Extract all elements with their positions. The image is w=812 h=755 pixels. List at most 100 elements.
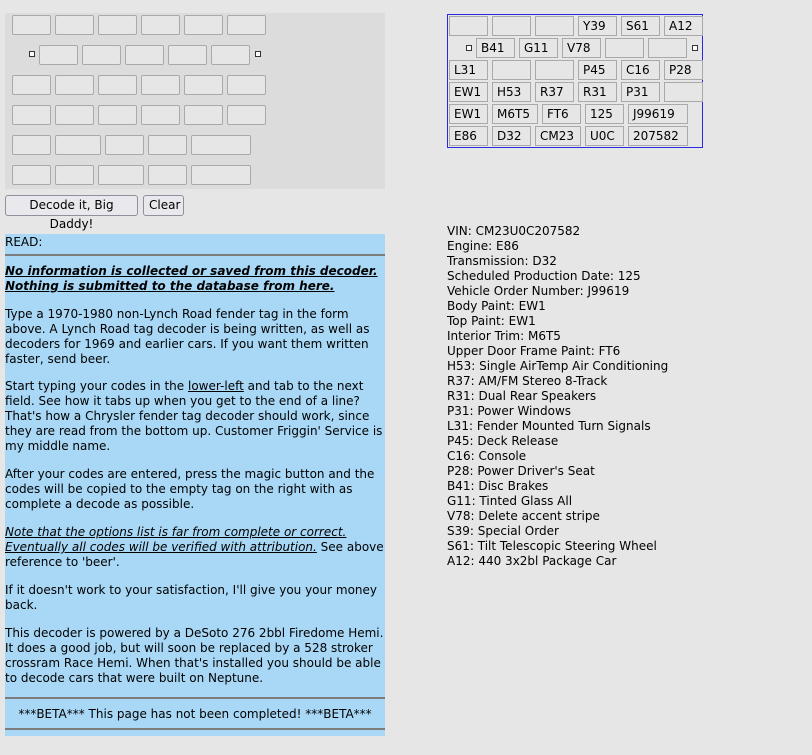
- tag-input-r6-c3[interactable]: [98, 165, 144, 185]
- tag-input-r3-c2[interactable]: [55, 75, 94, 95]
- tag-input-r5-c3[interactable]: [105, 135, 144, 155]
- tag-cell: [664, 82, 703, 102]
- tag-cell: [492, 60, 531, 80]
- tag-input-r3-c5[interactable]: [184, 75, 223, 95]
- tag-cell: P45: [578, 60, 617, 80]
- tag-cell: [449, 16, 488, 36]
- tag-cell: M6T5: [492, 104, 538, 124]
- result-line: G11: Tinted Glass All: [447, 494, 573, 508]
- row-marker-left: [29, 51, 35, 57]
- tag-cell: [535, 60, 574, 80]
- tag-input-r1-c3[interactable]: [98, 15, 137, 35]
- result-line: S61: Tilt Telescopic Steering Wheel: [447, 539, 657, 553]
- tag-cell: A12: [664, 16, 703, 36]
- tag-input-r3-c3[interactable]: [98, 75, 137, 95]
- after-paragraph: After your codes are entered, press the …: [5, 467, 375, 511]
- tag-cell: L31: [449, 60, 488, 80]
- result-line: Body Paint: EW1: [447, 299, 546, 313]
- tag-cell: FT6: [542, 104, 581, 124]
- decode-button[interactable]: Decode it, Big Daddy!: [5, 195, 138, 231]
- tag-input-r2-c4[interactable]: [168, 45, 207, 65]
- tag-input-r4-c2[interactable]: [55, 105, 94, 125]
- tag-input-r1-c4[interactable]: [141, 15, 180, 35]
- result-line: VIN: CM23U0C207582: [447, 224, 581, 238]
- privacy-line-2: Nothing is submitted to the database fro…: [5, 279, 335, 293]
- tag-cell: [492, 16, 531, 36]
- tag-cell: P28: [664, 60, 703, 80]
- tag-input-r6-c2[interactable]: [55, 165, 94, 185]
- tag-input-r6-c4[interactable]: [148, 165, 187, 185]
- tag-input-r2-c5[interactable]: [211, 45, 250, 65]
- tag-input-r4-c6[interactable]: [227, 105, 266, 125]
- read-heading: READ:: [5, 235, 43, 249]
- tag-input-r4-c5[interactable]: [184, 105, 223, 125]
- tag-input-r5-c5[interactable]: [191, 135, 251, 155]
- tag-input-r3-c1[interactable]: [12, 75, 51, 95]
- result-line: Scheduled Production Date: 125: [447, 269, 641, 283]
- result-line: Engine: E86: [447, 239, 519, 253]
- result-line: R37: AM/FM Stereo 8-Track: [447, 374, 608, 388]
- tag-cell: C16: [621, 60, 660, 80]
- clear-button[interactable]: Clear: [143, 195, 184, 216]
- result-line: Upper Door Frame Paint: FT6: [447, 344, 621, 358]
- tag-cell: [605, 38, 644, 58]
- note-paragraph: Note that the options list is far from c…: [5, 525, 385, 570]
- tag-input-r2-c1[interactable]: [39, 45, 78, 65]
- tag-input-r6-c5[interactable]: [191, 165, 251, 185]
- read-panel: READ: No information is collected or sav…: [5, 234, 385, 736]
- tag-input-r4-c1[interactable]: [12, 105, 51, 125]
- result-line: P28: Power Driver's Seat: [447, 464, 595, 478]
- tag-input-r1-c5[interactable]: [184, 15, 223, 35]
- tag-cell: H53: [492, 82, 531, 102]
- tag-cell: U0C: [585, 126, 624, 146]
- note-line-2: Eventually all codes will be verified wi…: [5, 540, 317, 554]
- tag-input-r6-c1[interactable]: [12, 165, 51, 185]
- tag-cell: G11: [519, 38, 558, 58]
- tag-input-r1-c2[interactable]: [55, 15, 94, 35]
- tag-row-marker-left: [466, 45, 472, 51]
- tag-input-form: [5, 13, 385, 189]
- divider: [5, 728, 385, 730]
- result-line: R31: Dual Rear Speakers: [447, 389, 597, 403]
- tag-input-r4-c3[interactable]: [98, 105, 137, 125]
- tag-input-r2-c3[interactable]: [125, 45, 164, 65]
- tag-cell: P31: [621, 82, 660, 102]
- tag-cell: B41: [476, 38, 515, 58]
- result-line: V78: Delete accent stripe: [447, 509, 600, 523]
- tag-input-r4-c4[interactable]: [141, 105, 180, 125]
- tag-cell: 207582: [628, 126, 688, 146]
- tag-input-r2-c2[interactable]: [82, 45, 121, 65]
- result-line: Transmission: D32: [447, 254, 557, 268]
- instructions-paragraph: Start typing your codes in the lower-lef…: [5, 379, 385, 454]
- beta-notice: ***BETA*** This page has not been comple…: [18, 707, 372, 721]
- tag-input-r1-c1[interactable]: [12, 15, 51, 35]
- tag-input-r5-c4[interactable]: [148, 135, 187, 155]
- lower-left-text: lower-left: [188, 379, 244, 393]
- tag-cell: [535, 16, 574, 36]
- result-line: C16: Console: [447, 449, 527, 463]
- tag-input-r5-c2[interactable]: [55, 135, 101, 155]
- tag-input-r1-c6[interactable]: [227, 15, 266, 35]
- money-paragraph: If it doesn't work to your satisfaction,…: [5, 583, 377, 612]
- tag-cell: V78: [562, 38, 601, 58]
- tag-cell: 125: [585, 104, 624, 124]
- row-marker-right: [255, 51, 261, 57]
- tag-cell: J99619: [628, 104, 688, 124]
- result-line: P31: Power Windows: [447, 404, 572, 418]
- tag-cell: [648, 38, 687, 58]
- tag-input-r3-c6[interactable]: [227, 75, 266, 95]
- tag-cell: Y39: [578, 16, 617, 36]
- tag-cell: R37: [535, 82, 574, 102]
- result-line: B41: Disc Brakes: [447, 479, 549, 493]
- result-line: P45: Deck Release: [447, 434, 559, 448]
- tag-input-r3-c4[interactable]: [141, 75, 180, 95]
- tag-cell: EW1: [449, 104, 488, 124]
- result-line: S39: Special Order: [447, 524, 559, 538]
- tag-input-r5-c1[interactable]: [12, 135, 51, 155]
- tag-cell: D32: [492, 126, 531, 146]
- note-line-1: Note that the options list is far from c…: [5, 525, 347, 539]
- result-line: Interior Trim: M6T5: [447, 329, 561, 343]
- tag-cell: S61: [621, 16, 660, 36]
- powered-paragraph: This decoder is powered by a DeSoto 276 …: [5, 626, 384, 685]
- divider: [5, 697, 385, 699]
